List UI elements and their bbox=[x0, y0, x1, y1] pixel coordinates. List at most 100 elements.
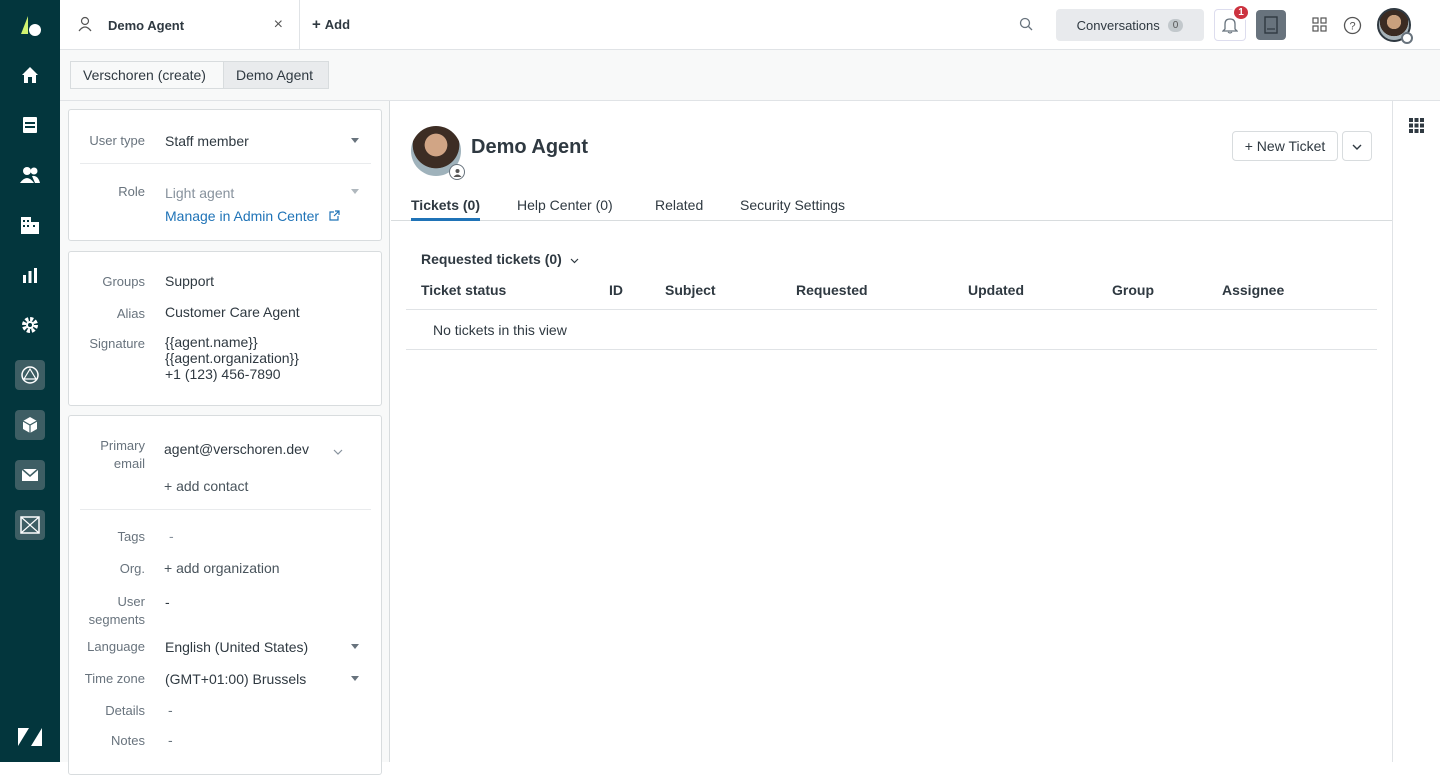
breadcrumb-org[interactable]: Verschoren (create) bbox=[70, 61, 224, 89]
conversations-count: 0 bbox=[1167, 18, 1184, 32]
alias-field[interactable]: Customer Care Agent bbox=[165, 304, 300, 320]
zendesk-logo-icon[interactable] bbox=[15, 10, 45, 40]
admin-gear-icon[interactable] bbox=[15, 310, 45, 340]
chevron-down-icon[interactable] bbox=[333, 443, 343, 459]
language-label: Language bbox=[87, 639, 145, 654]
column-ticket-status[interactable]: Ticket status bbox=[421, 282, 506, 298]
chevron-down-icon[interactable] bbox=[351, 676, 359, 681]
column-updated[interactable]: Updated bbox=[968, 282, 1024, 298]
requested-tickets-toggle[interactable]: Requested tickets (0) bbox=[421, 251, 579, 267]
tab-related[interactable]: Related bbox=[655, 197, 703, 221]
chevron-down-icon[interactable] bbox=[351, 644, 359, 649]
notifications-badge: 1 bbox=[1232, 4, 1250, 21]
requested-tickets-label: Requested tickets (0) bbox=[421, 251, 562, 267]
add-organization-link[interactable]: + add organization bbox=[164, 560, 280, 576]
timezone-label: Time zone bbox=[84, 671, 145, 686]
new-ticket-menu-button[interactable] bbox=[1342, 131, 1372, 161]
alias-label: Alias bbox=[116, 306, 145, 321]
user-type-select[interactable]: Staff member bbox=[165, 133, 249, 149]
context-panel-icon[interactable] bbox=[1256, 10, 1286, 40]
role-label: Role bbox=[118, 184, 145, 199]
product-box-icon[interactable] bbox=[15, 410, 45, 440]
column-assignee[interactable]: Assignee bbox=[1222, 282, 1284, 298]
column-requested[interactable]: Requested bbox=[796, 282, 868, 298]
divider bbox=[406, 349, 1377, 350]
nav-rail bbox=[0, 0, 60, 762]
details-field[interactable]: - bbox=[168, 702, 173, 718]
profile-tabs: Tickets (0) Help Center (0) Related Secu… bbox=[391, 197, 1392, 221]
details-label: Details bbox=[105, 703, 145, 718]
plus-icon: + bbox=[312, 16, 321, 33]
status-indicator-icon bbox=[1401, 32, 1413, 44]
add-tab-button[interactable]: + Add bbox=[312, 16, 350, 33]
user-tab[interactable]: Demo Agent × bbox=[60, 0, 300, 50]
explore-icon[interactable] bbox=[15, 360, 45, 390]
agent-role-icon bbox=[449, 164, 465, 180]
manage-admin-link[interactable]: Manage in Admin Center bbox=[165, 208, 340, 224]
timezone-select[interactable]: (GMT+01:00) Brussels bbox=[165, 671, 306, 687]
apps-grid-icon[interactable] bbox=[1409, 118, 1424, 136]
add-label: Add bbox=[324, 17, 351, 32]
signature-line-2[interactable]: {{agent.organization}} bbox=[165, 350, 299, 366]
add-contact-link[interactable]: + add contact bbox=[164, 478, 248, 494]
primary-email-value[interactable]: agent@verschoren.dev bbox=[164, 441, 309, 457]
close-tab-icon[interactable]: × bbox=[274, 16, 283, 34]
external-link-icon bbox=[329, 208, 340, 224]
tab-help-center[interactable]: Help Center (0) bbox=[517, 197, 613, 221]
tags-field[interactable]: - bbox=[169, 528, 174, 544]
user-segments-value: - bbox=[165, 594, 170, 610]
apps-rail bbox=[1392, 101, 1440, 762]
profile-main: Demo Agent + New Ticket Tickets (0) Help… bbox=[391, 101, 1392, 762]
user-segments-label-1: User bbox=[117, 594, 145, 609]
primary-email-label-2: email bbox=[113, 456, 145, 471]
tab-security-settings[interactable]: Security Settings bbox=[740, 197, 845, 221]
user-type-card: User type Staff member Role Light agent … bbox=[68, 109, 382, 241]
customers-icon[interactable] bbox=[15, 160, 45, 190]
organizations-icon[interactable] bbox=[15, 210, 45, 240]
column-subject[interactable]: Subject bbox=[665, 282, 716, 298]
conversations-button[interactable]: Conversations 0 bbox=[1056, 9, 1204, 41]
chevron-down-icon bbox=[1352, 138, 1362, 154]
home-icon[interactable] bbox=[15, 60, 45, 90]
reporting-icon[interactable] bbox=[15, 260, 45, 290]
signature-line-3[interactable]: +1 (123) 456-7890 bbox=[165, 366, 281, 382]
conversations-label: Conversations bbox=[1076, 17, 1160, 33]
help-icon[interactable]: ? bbox=[1343, 16, 1362, 38]
tab-tickets[interactable]: Tickets (0) bbox=[411, 197, 480, 221]
user-type-label: User type bbox=[89, 133, 145, 148]
signature-line-1[interactable]: {{agent.name}} bbox=[165, 334, 258, 350]
profile-avatar[interactable] bbox=[1377, 8, 1413, 44]
tags-label: Tags bbox=[117, 529, 145, 544]
tab-title: Demo Agent bbox=[108, 17, 185, 33]
contact-card: Primary email agent@verschoren.dev + add… bbox=[68, 415, 382, 775]
groups-value[interactable]: Support bbox=[165, 273, 214, 289]
notes-field[interactable]: - bbox=[168, 732, 173, 748]
chevron-down-icon[interactable] bbox=[351, 138, 359, 143]
user-properties-panel: User type Staff member Role Light agent … bbox=[60, 101, 390, 775]
primary-email-label-1: Primary bbox=[100, 438, 145, 453]
language-select[interactable]: English (United States) bbox=[165, 639, 308, 655]
divider bbox=[406, 309, 1377, 310]
divider bbox=[80, 163, 371, 164]
breadcrumb: Verschoren (create) Demo Agent bbox=[60, 50, 1440, 101]
zendesk-z-icon[interactable] bbox=[15, 722, 45, 752]
empty-message: No tickets in this view bbox=[433, 322, 567, 338]
profile-photo bbox=[411, 126, 465, 180]
profile-name: Demo Agent bbox=[471, 136, 589, 158]
search-icon[interactable] bbox=[1018, 16, 1034, 35]
svg-text:?: ? bbox=[1349, 21, 1355, 33]
column-group[interactable]: Group bbox=[1112, 282, 1154, 298]
new-ticket-button[interactable]: + New Ticket bbox=[1232, 131, 1338, 161]
chevron-down-icon bbox=[351, 189, 359, 194]
role-select[interactable]: Light agent bbox=[165, 185, 234, 201]
top-bar: Demo Agent × + Add Conversations 0 1 ? bbox=[60, 0, 1440, 50]
signature-label: Signature bbox=[89, 336, 145, 351]
groups-label: Groups bbox=[102, 274, 145, 289]
breadcrumb-user[interactable]: Demo Agent bbox=[223, 61, 329, 89]
chevron-down-icon bbox=[570, 251, 579, 267]
mail-icon[interactable] bbox=[15, 460, 45, 490]
sell-icon[interactable] bbox=[15, 510, 45, 540]
views-icon[interactable] bbox=[15, 110, 45, 140]
apps-grid-icon[interactable] bbox=[1312, 17, 1328, 36]
column-id[interactable]: ID bbox=[609, 282, 623, 298]
